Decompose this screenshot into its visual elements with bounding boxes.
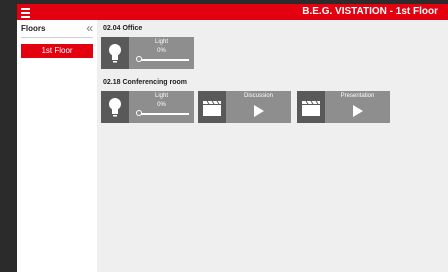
tile-value: 0% xyxy=(157,102,166,108)
scene-tile-presentation[interactable]: Presentation xyxy=(297,91,390,123)
light-tile-conferencing[interactable]: Light 0% xyxy=(101,91,194,123)
tile-label: Light xyxy=(154,93,168,99)
scene-tile-discussion[interactable]: Discussion xyxy=(198,91,291,123)
tile-value: 0% xyxy=(157,48,166,54)
clapperboard-icon xyxy=(198,91,226,123)
window-frame: B.E.G. VISTATION - 1st Floor Floors « 1s… xyxy=(0,0,448,272)
dimmer-slider[interactable] xyxy=(136,110,189,116)
chevron-double-left-icon[interactable]: « xyxy=(86,22,93,34)
lightbulb-icon xyxy=(101,91,129,123)
room-title-office: 02.04 Office xyxy=(103,25,143,32)
tile-label: Light xyxy=(154,39,168,45)
sidebar-header: Floors « xyxy=(21,22,93,38)
slider-handle[interactable] xyxy=(136,56,142,62)
app-title: B.E.G. VISTATION - 1st Floor xyxy=(302,6,438,17)
sidebar-item-1st-floor[interactable]: 1st Floor xyxy=(21,44,93,58)
lightbulb-icon xyxy=(101,37,129,69)
light-tile-office[interactable]: Light 0% xyxy=(101,37,194,69)
tile-label: Presentation xyxy=(340,93,375,99)
room-title-conferencing: 02.18 Conferencing room xyxy=(103,79,188,86)
sidebar: Floors « 1st Floor xyxy=(17,20,97,272)
tile-label: Discussion xyxy=(243,93,273,99)
clapperboard-icon xyxy=(297,91,325,123)
slider-handle[interactable] xyxy=(136,110,142,116)
dimmer-slider[interactable] xyxy=(136,56,189,62)
hamburger-icon[interactable] xyxy=(21,7,33,18)
play-icon xyxy=(254,105,264,117)
sidebar-title: Floors xyxy=(21,24,46,33)
play-icon xyxy=(353,105,363,117)
app: B.E.G. VISTATION - 1st Floor Floors « 1s… xyxy=(17,4,448,272)
header-bar: B.E.G. VISTATION - 1st Floor xyxy=(17,4,448,20)
